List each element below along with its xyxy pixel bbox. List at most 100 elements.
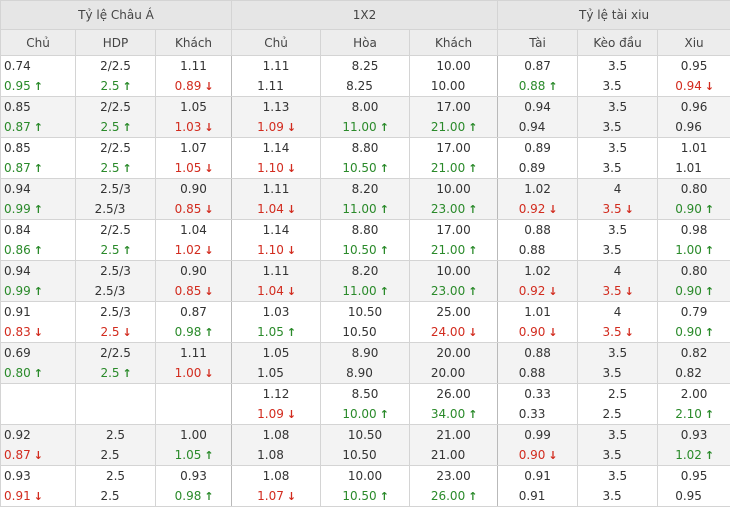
arrow-up-icon: ↑ [204, 326, 214, 339]
opening-odds: 4 [578, 179, 657, 199]
table-row: 0.920.87↓2.52.5↑1.001.05↑1.081.08↑10.501… [0, 424, 730, 466]
opening-odds: 1.13 [232, 97, 320, 117]
odds-cell-asian-away: 0.90 0.85 ↓ [154, 178, 233, 220]
odds-value: 0.94 [4, 264, 31, 278]
odds-value: 0.95 [680, 59, 708, 73]
current-odds: 0.85 ↓ [156, 281, 231, 301]
opening-odds: 0.74 [1, 56, 75, 76]
opening-odds: 2.00 [658, 384, 730, 404]
odds-cell-1x2-away: 25.00 24.00 ↓ [409, 301, 499, 343]
odds-value: 11.00 [342, 202, 377, 216]
current-odds: 21.00↑ [410, 445, 497, 465]
opening-odds: 0.91 [1, 302, 75, 322]
opening-odds: 8.20 [321, 179, 409, 199]
odds-cell-ou-over: 0.890.89↑ [497, 137, 579, 179]
current-odds: 0.95↑ [658, 486, 730, 506]
odds-cell-1x2-draw: 8.80 10.50 ↑ [320, 219, 411, 261]
odds-value: 0.89 [524, 141, 551, 155]
odds-cell-ou-over: 0.880.88↑ [497, 342, 579, 384]
col-header-asian-home: Chủ [0, 29, 76, 56]
opening-odds: 2/2.5 [76, 138, 155, 158]
odds-value: 1.02 [675, 448, 702, 462]
odds-cell-asian-home: 0.93 0.91 ↓ [0, 465, 76, 507]
odds-cell-ou-line: 3.53.5↑ [577, 424, 659, 466]
odds-cell-ou-line: 3.53.5↑ [577, 96, 659, 138]
opening-odds: 26.00 [410, 384, 497, 404]
current-odds: 0.33↑ [498, 404, 577, 424]
odds-value: 23.00 [430, 202, 466, 216]
odds-value: 1.11 [262, 264, 290, 278]
odds-cell-asian-hdp: 2/2.5 2.5 ↑ [75, 55, 156, 97]
current-odds: 0.88↑ [498, 240, 577, 260]
odds-value: 2.5/3 [94, 202, 126, 216]
opening-odds: 1.12 [232, 384, 320, 404]
current-odds: 10.50↑ [321, 158, 409, 178]
col-header-1x2-home: Chủ [231, 29, 322, 56]
arrow-up-icon: ↑ [704, 449, 715, 462]
odds-value: 2/2.5 [100, 141, 131, 155]
arrow-up-icon: ↑ [122, 80, 132, 93]
current-odds: 11.00 ↑ [321, 117, 409, 137]
opening-odds: 2/2.5 [76, 220, 155, 240]
arrow-down-icon: ↓ [548, 326, 558, 339]
opening-odds: 1.05 [232, 343, 320, 363]
opening-odds: 0.84 [1, 220, 75, 240]
odds-cell-asian-home [0, 383, 76, 425]
odds-value: 10.50 [342, 448, 377, 462]
odds-cell-asian-away: 0.87 0.98 ↑ [154, 301, 233, 343]
odds-value: 0.88 [518, 243, 546, 257]
arrow-up-icon: ↑ [204, 449, 214, 462]
odds-value: 1.13 [262, 100, 290, 114]
odds-value: 0.96 [680, 100, 708, 114]
odds-cell-1x2-draw: 10.00 10.50 ↑ [320, 465, 411, 507]
odds-value: 3.5 [602, 366, 622, 380]
odds-value: 0.80 [680, 182, 708, 196]
opening-odds: 0.88 [498, 220, 577, 240]
odds-cell-ou-over: 0.880.88↑ [497, 219, 579, 261]
odds-cell-content: 0.950.95↑ [658, 466, 730, 506]
odds-cell-content: 0.94 0.99 ↑ [1, 179, 75, 219]
table-row: 0.940.99↑2.5/32.5/3↑0.900.85↓1.111.04↓8.… [0, 260, 730, 302]
odds-value: 8.20 [351, 264, 379, 278]
col-header-asian-away: Khách [154, 29, 233, 56]
odds-value: 10.00 [436, 59, 471, 73]
current-odds: 2.5↑ [76, 117, 155, 137]
odds-cell-1x2-home: 1.11 1.04 ↓ [231, 260, 322, 302]
group-header-over-under: Tỷ lệ tài xiu [497, 0, 730, 30]
odds-cell-content: 2.5/32.5/3↑ [76, 261, 155, 301]
odds-cell-asian-home: 0.91 0.83 ↓ [0, 301, 76, 343]
group-header-1x2: 1X2 [231, 0, 499, 30]
opening-odds: 0.79 [658, 302, 730, 322]
odds-value: 0.94 [4, 182, 31, 196]
odds-cell-1x2-draw: 10.5010.50↑ [320, 424, 411, 466]
opening-odds: 3.5 [578, 97, 657, 117]
opening-odds: 2.5 [76, 466, 155, 486]
odds-value: 1.11 [262, 182, 290, 196]
odds-value: 2/2.5 [100, 59, 131, 73]
current-odds: 1.02 ↓ [156, 240, 231, 260]
odds-cell-1x2-away: 21.0021.00↑ [409, 424, 499, 466]
opening-odds: 1.11 [156, 56, 231, 76]
odds-value: 1.09 [257, 120, 284, 134]
odds-value: 0.96 [675, 120, 702, 134]
odds-value: 3.5 [602, 161, 622, 175]
odds-value: 2.5/3 [100, 182, 131, 196]
arrow-down-icon: ↓ [624, 203, 634, 216]
odds-cell-content: 0.84 0.86 ↑ [1, 220, 75, 260]
odds-value: 3.5 [608, 469, 628, 483]
current-odds: 1.05↑ [232, 322, 320, 342]
odds-cell-asian-home: 0.94 0.99 ↑ [0, 260, 76, 302]
odds-value: 0.90 [180, 182, 207, 196]
col-header-ou-over: Tài [497, 29, 579, 56]
odds-cell-asian-hdp: 2/2.5 2.5 ↑ [75, 137, 156, 179]
current-odds: 10.50↑ [321, 445, 409, 465]
odds-cell-content: 3.53.5↑ [578, 466, 657, 506]
odds-cell-content: 8.20 11.00 ↑ [321, 179, 409, 219]
arrow-up-icon: ↑ [122, 121, 132, 134]
opening-odds: 3.5 [578, 138, 657, 158]
odds-value: 23.00 [430, 284, 466, 298]
current-odds: 21.00↑ [410, 117, 497, 137]
odds-cell-1x2-home: 1.051.05↑ [231, 342, 322, 384]
odds-value: 0.90 [518, 325, 546, 339]
opening-odds: 3.5 [578, 425, 657, 445]
